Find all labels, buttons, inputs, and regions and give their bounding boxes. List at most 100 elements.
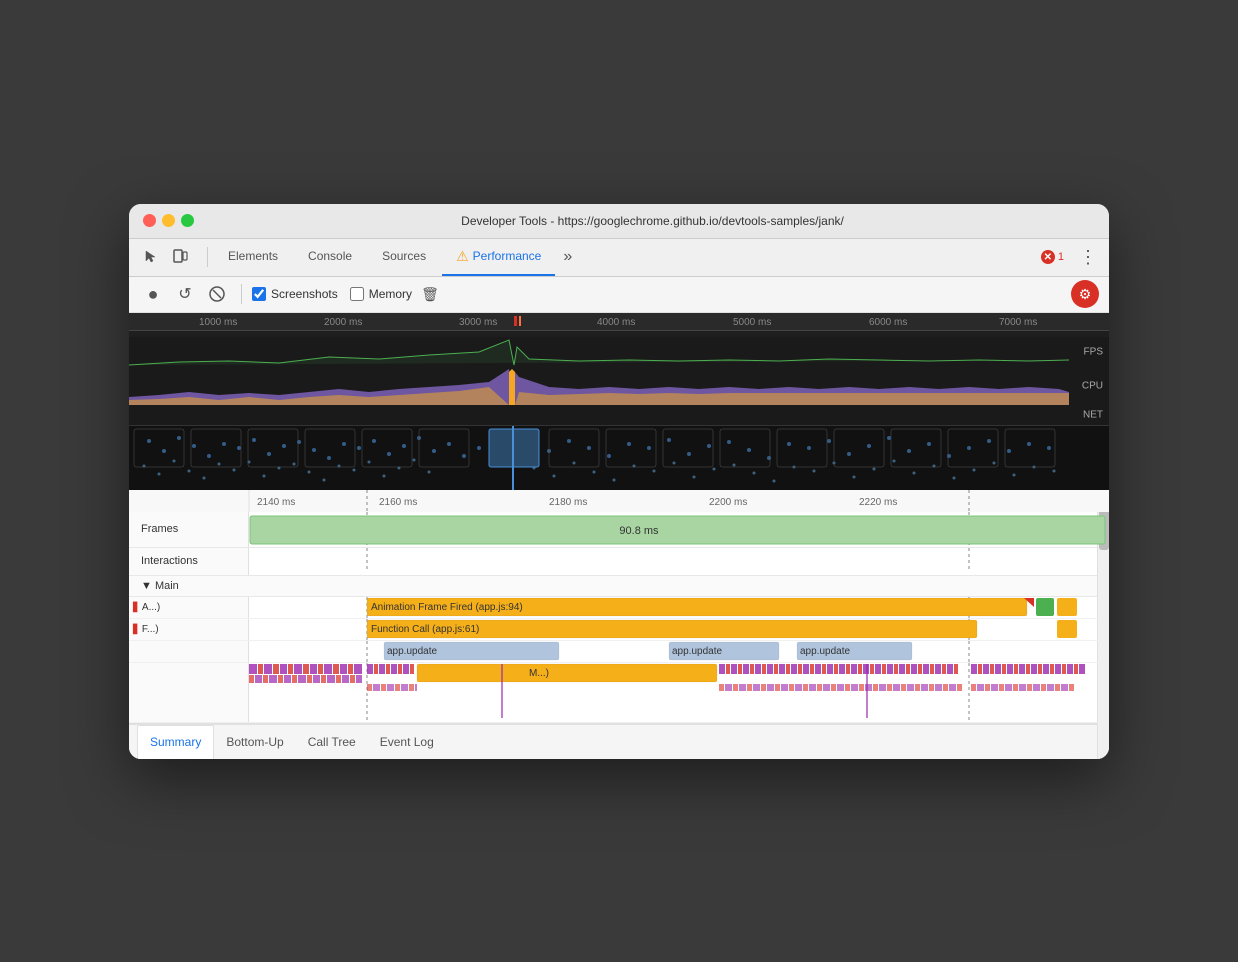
tab-performance-label: Performance	[473, 249, 542, 263]
svg-text:1000 ms: 1000 ms	[199, 317, 237, 328]
svg-text:3000 ms: 3000 ms	[459, 317, 497, 328]
svg-text:2200 ms: 2200 ms	[709, 497, 747, 508]
clear-button[interactable]	[203, 280, 231, 308]
frames-svg: 90.8 ms	[249, 512, 1109, 548]
device-icon	[172, 249, 188, 265]
svg-text:app.update: app.update	[387, 646, 437, 657]
tab-summary[interactable]: Summary	[137, 725, 214, 759]
net-svg	[129, 405, 1109, 425]
performance-toolbar: ● ↺ Screenshots Memory 🗑 ⚙	[129, 277, 1109, 313]
screenshots-strip	[129, 425, 1109, 490]
flame-chart: ▋ A...) Animation Frame Fired (app.js:94…	[129, 597, 1109, 723]
cpu-label: CPU	[1082, 380, 1103, 391]
tab-sources[interactable]: Sources	[368, 238, 440, 276]
title-bar: Developer Tools - https://googlechrome.g…	[129, 204, 1109, 239]
overview-wrapper: 1000 ms 2000 ms 3000 ms 4000 ms 5000 ms …	[129, 313, 1109, 490]
ruler-svg: 1000 ms 2000 ms 3000 ms 4000 ms 5000 ms …	[129, 313, 1109, 331]
svg-text:4000 ms: 4000 ms	[597, 317, 635, 328]
tab-console[interactable]: Console	[294, 238, 366, 276]
flame-row-1: ▋ A...) Animation Frame Fired (app.js:94…	[129, 597, 1109, 619]
screenshots-label: Screenshots	[271, 287, 338, 301]
memory-checkbox[interactable]	[350, 287, 364, 301]
fps-track: FPS	[129, 337, 1109, 367]
error-count: 1	[1058, 251, 1064, 263]
error-badge[interactable]: ✕ 1	[1036, 248, 1069, 266]
maximize-button[interactable]	[181, 214, 194, 227]
screenshots-svg	[129, 426, 1109, 490]
main-header: ▼ Main	[129, 576, 1109, 597]
net-label: NET	[1083, 409, 1103, 420]
screenshots-checkbox[interactable]	[252, 287, 266, 301]
net-track: NET	[129, 405, 1109, 425]
flame-label-2: ▋ F...)	[129, 619, 249, 640]
reload-record-button[interactable]: ↺	[171, 280, 199, 308]
record-button[interactable]: ●	[139, 280, 167, 308]
bottom-tabs: Summary Bottom-Up Call Tree Event Log	[129, 723, 1109, 759]
flame-label-2-text: F...)	[142, 624, 159, 635]
flame-label-1: ▋ A...)	[129, 597, 249, 618]
close-button[interactable]	[143, 214, 156, 227]
flame-label-3	[129, 641, 249, 662]
tab-summary-label: Summary	[150, 735, 201, 749]
svg-text:app.update: app.update	[800, 646, 850, 657]
svg-text:90.8 ms: 90.8 ms	[619, 525, 659, 537]
tab-bar-left-controls	[137, 244, 193, 270]
tab-bar: Elements Console Sources ⚠ Performance »…	[129, 239, 1109, 277]
screenshots-checkbox-label[interactable]: Screenshots	[252, 287, 338, 301]
detail-ruler: 2140 ms 2160 ms 2180 ms 2200 ms 2220 ms	[129, 490, 1109, 512]
flame-content-4: M...)	[249, 663, 1109, 722]
inspect-button[interactable]	[137, 244, 163, 270]
more-tabs-button[interactable]: »	[557, 248, 578, 266]
flame-label-1-text: A...)	[142, 602, 160, 613]
flame-label-1-marker: ▋	[133, 602, 140, 613]
overview-panel[interactable]: 1000 ms 2000 ms 3000 ms 4000 ms 5000 ms …	[129, 313, 1109, 490]
interactions-label: Interactions	[129, 548, 249, 575]
minimize-button[interactable]	[162, 214, 175, 227]
flame-row-2: ▋ F...) Function Call (app.js:61)	[129, 619, 1109, 641]
fps-svg	[129, 337, 1109, 367]
devtools-menu-button[interactable]: ⋮	[1075, 247, 1101, 268]
interactions-svg	[249, 548, 1109, 572]
svg-text:2220 ms: 2220 ms	[859, 497, 897, 508]
svg-text:7000 ms: 7000 ms	[999, 317, 1037, 328]
fps-label: FPS	[1084, 346, 1103, 357]
tab-divider-1	[207, 247, 208, 267]
flame-svg-3: app.update app.update app.update	[249, 641, 1109, 662]
frames-row: Frames 90.8 ms	[129, 512, 1109, 548]
svg-text:2180 ms: 2180 ms	[549, 497, 587, 508]
cpu-svg	[129, 367, 1109, 405]
tab-performance[interactable]: ⚠ Performance	[442, 238, 555, 276]
frames-label: Frames	[129, 512, 249, 547]
flame-content-3: app.update app.update app.update	[249, 641, 1109, 662]
main-label: ▼ Main	[141, 580, 179, 592]
tab-elements[interactable]: Elements	[214, 238, 292, 276]
trash-button[interactable]: 🗑	[416, 280, 444, 308]
settings-button[interactable]: ⚙	[1071, 280, 1099, 308]
tab-bottom-up[interactable]: Bottom-Up	[214, 725, 295, 759]
tab-sources-label: Sources	[382, 249, 426, 263]
memory-label: Memory	[369, 287, 412, 301]
toolbar-sep-1	[241, 284, 242, 304]
frames-content: 90.8 ms	[249, 512, 1109, 548]
tab-bottom-up-label: Bottom-Up	[226, 735, 283, 749]
toolbar-right: ⚙	[1071, 280, 1099, 308]
memory-checkbox-label[interactable]: Memory	[350, 287, 412, 301]
flame-svg-4: M...)	[249, 663, 1109, 722]
tab-event-log[interactable]: Event Log	[368, 725, 446, 759]
svg-text:Function Call (app.js:61): Function Call (app.js:61)	[371, 624, 479, 635]
svg-text:2160 ms: 2160 ms	[379, 497, 417, 508]
svg-text:2000 ms: 2000 ms	[324, 317, 362, 328]
flame-svg-1: Animation Frame Fired (app.js:94)	[249, 597, 1109, 618]
interactions-content	[249, 548, 1109, 576]
error-icon: ✕	[1041, 250, 1055, 264]
svg-text:app.update: app.update	[672, 646, 722, 657]
overview-ruler: 1000 ms 2000 ms 3000 ms 4000 ms 5000 ms …	[129, 313, 1109, 331]
tab-call-tree-label: Call Tree	[308, 735, 356, 749]
devtools-window: Developer Tools - https://googlechrome.g…	[129, 204, 1109, 759]
tab-call-tree[interactable]: Call Tree	[296, 725, 368, 759]
device-toolbar-button[interactable]	[167, 244, 193, 270]
clear-icon	[209, 286, 225, 302]
svg-text:5000 ms: 5000 ms	[733, 317, 771, 328]
cursor-icon	[142, 249, 158, 265]
flame-svg-2: Function Call (app.js:61)	[249, 619, 1109, 640]
